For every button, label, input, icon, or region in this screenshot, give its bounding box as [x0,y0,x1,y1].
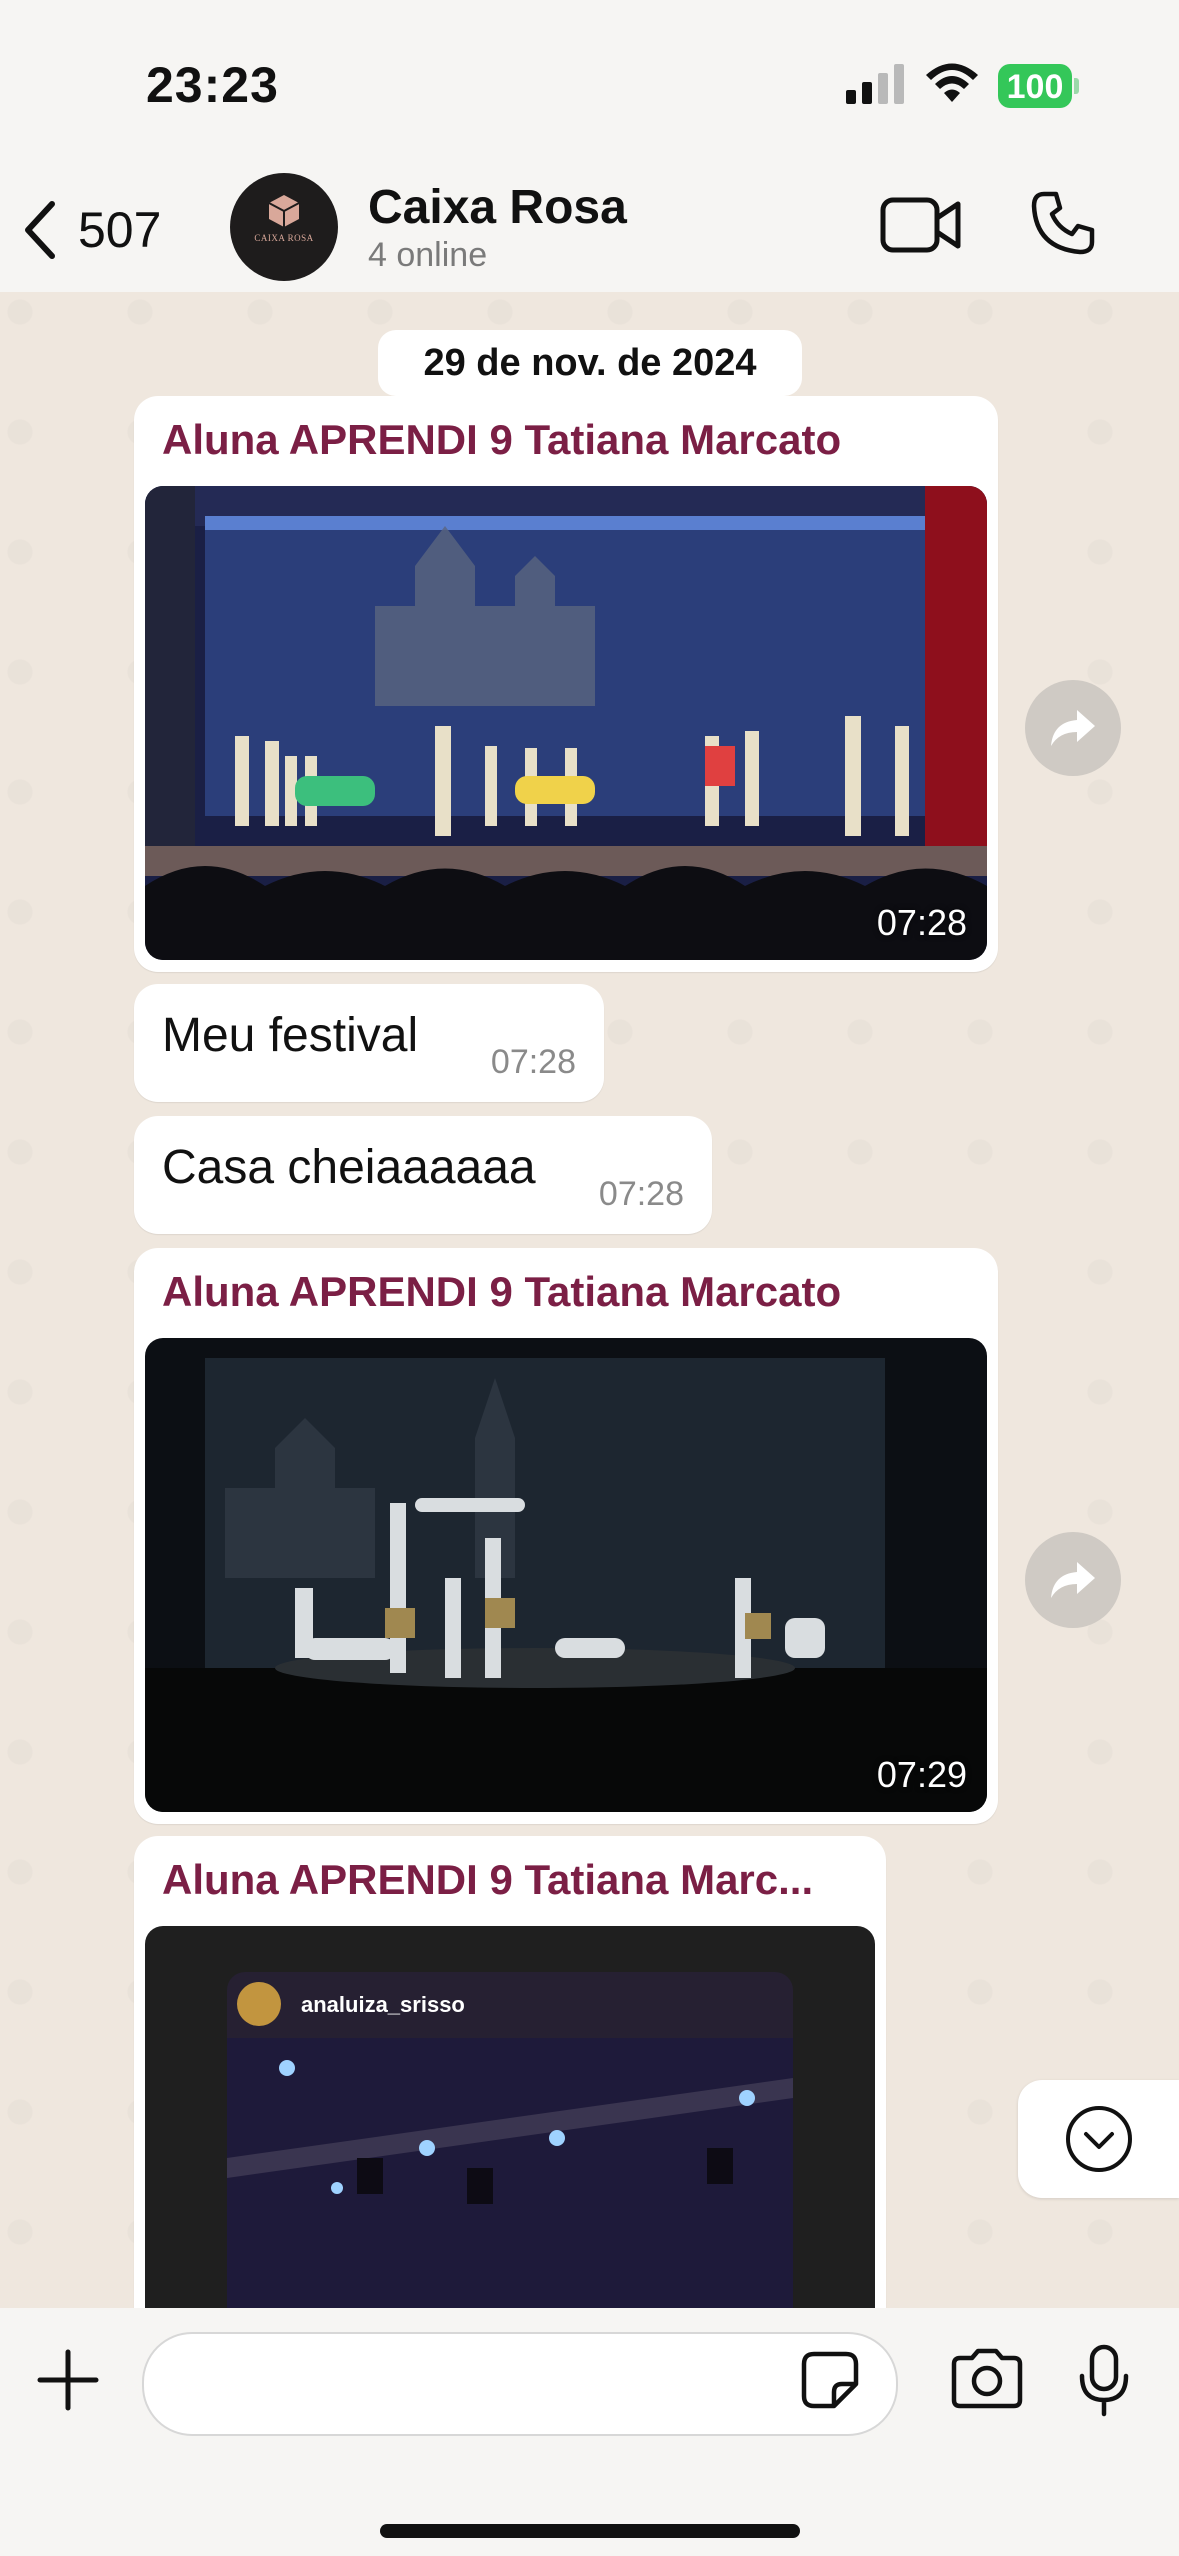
video-call-button[interactable] [880,192,962,258]
home-indicator [380,2524,800,2538]
story-frame[interactable]: analuiza_srisso [227,1972,793,2308]
stage-image [145,486,987,960]
message-bubble[interactable]: Aluna APRENDI 9 Tatiana Marcato [134,1248,998,1824]
plus-icon[interactable] [36,2348,100,2412]
composer-bar [0,2308,1179,2556]
wifi-icon [926,63,978,102]
message-time: 07:29 [876,1754,967,1795]
stage-image [145,1338,987,1812]
chevron-down-icon [1065,2106,1132,2172]
camera-icon[interactable] [950,2348,1024,2410]
story-avatar [237,1982,281,2026]
battery-indicator: 100 [998,64,1079,108]
video-thumbnail[interactable]: 07:29 [145,1338,987,1812]
group-avatar[interactable]: CAIXA ROSA [230,173,338,281]
sender-name[interactable]: Aluna APRENDI 9 Tatiana Marcato [162,416,982,464]
forward-icon [1051,710,1095,746]
unread-count: 507 [78,202,162,258]
forward-button[interactable] [1025,1532,1121,1628]
back-button[interactable]: 507 [20,190,161,270]
chat-title[interactable]: Caixa Rosa [368,180,627,235]
microphone-icon[interactable] [1078,2344,1130,2418]
story-preview[interactable]: analuiza_srisso [145,1926,875,2308]
cellular-signal-icon [846,64,904,104]
message-text-input[interactable] [184,2354,788,2412]
forward-icon [1051,1562,1095,1598]
sender-name[interactable]: Aluna APRENDI 9 Tatiana Marc... [162,1856,872,1904]
story-username: analuiza_srisso [301,1992,465,2017]
message-time: 07:28 [598,1175,684,1213]
chat-subtitle: 4 online [368,236,488,274]
sticker-icon[interactable] [800,2350,860,2410]
message-input[interactable] [142,2332,898,2436]
message-text: Casa cheiaaaaaa [162,1141,536,1194]
status-time: 23:23 [146,57,279,113]
message-bubble[interactable]: Aluna APRENDI 9 Tatiana Marc... analuiza… [134,1836,886,2308]
message-bubble[interactable]: Casa cheiaaaaaa 07:28 [134,1116,712,1234]
forward-button[interactable] [1025,680,1121,776]
message-list[interactable]: 29 de nov. de 2024 Aluna APRENDI 9 Tatia… [0,292,1179,2308]
logo-box-icon [268,195,300,227]
status-bar: 23:23 100 [0,0,1179,170]
phone-call-button[interactable] [1030,190,1096,256]
message-text: Meu festival [162,1009,419,1062]
date-separator: 29 de nov. de 2024 [378,330,802,396]
video-thumbnail[interactable]: 07:28 [145,486,987,960]
stage-lights-image [227,2038,793,2308]
battery-level: 100 [1006,68,1064,106]
message-bubble[interactable]: Aluna APRENDI 9 Tatiana Marcato [134,396,998,972]
message-time: 07:28 [876,902,967,943]
message-bubble[interactable]: Meu festival 07:28 [134,984,604,1102]
scroll-to-bottom-button[interactable] [1018,2080,1179,2198]
chat-header: 507 CAIXA ROSA Caixa Rosa 4 online [0,170,1179,292]
chevron-left-icon [25,201,55,259]
sender-name[interactable]: Aluna APRENDI 9 Tatiana Marcato [162,1268,982,1316]
avatar-text: CAIXA ROSA [254,233,314,243]
message-time: 07:28 [490,1043,576,1081]
